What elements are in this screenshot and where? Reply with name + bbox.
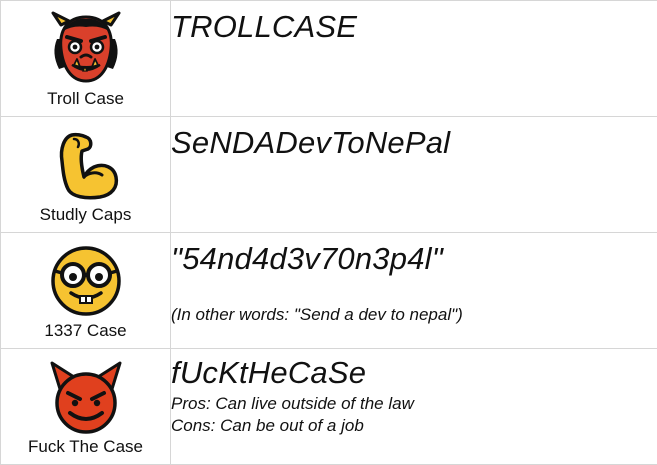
table-row-fuck-the-case: Fuck The Case fUcKtHeCaSe Pros: Can live… xyxy=(0,348,657,465)
translation-note: (In other words: "Send a dev to nepal") xyxy=(171,305,463,324)
ogre-icon xyxy=(51,11,120,83)
flexed-biceps-icon xyxy=(59,132,118,200)
row-label: 1337 Case xyxy=(44,321,127,340)
case-example-text: TROLLCASE xyxy=(171,9,358,44)
case-example-text: fUcKtHeCaSe xyxy=(171,355,367,390)
icon-cell-troll-case: Troll Case xyxy=(0,0,171,117)
nerd-face-icon xyxy=(50,246,121,316)
case-example-text: SeNDADevToNePal xyxy=(171,125,451,160)
table-row-1337-case: 1337 Case "54nd4d3v70n3p4l" (In other wo… xyxy=(0,232,657,349)
icon-cell-fuck-the-case: Fuck The Case xyxy=(0,348,171,465)
row-label: Troll Case xyxy=(47,89,124,108)
row-label: Fuck The Case xyxy=(28,437,143,456)
text-cell-troll-case: TROLLCASE xyxy=(170,0,657,117)
icon-cell-studly-caps: Studly Caps xyxy=(0,116,171,233)
text-cell-1337-case: "54nd4d3v70n3p4l" (In other words: "Send… xyxy=(170,232,657,349)
icon-cell-1337-case: 1337 Case xyxy=(0,232,171,349)
text-cell-studly-caps: SeNDADevToNePal xyxy=(170,116,657,233)
pros-note: Pros: Can live outside of the law xyxy=(171,394,414,413)
row-label: Studly Caps xyxy=(39,205,132,224)
case-styles-table: Troll Case TROLLCASE Studly Caps SeNDADe… xyxy=(0,0,657,465)
table-row-studly-caps: Studly Caps SeNDADevToNePal xyxy=(0,116,657,233)
smiling-devil-icon xyxy=(50,361,121,434)
text-cell-fuck-the-case: fUcKtHeCaSe Pros: Can live outside of th… xyxy=(170,348,657,465)
cons-note: Cons: Can be out of a job xyxy=(171,416,364,435)
case-example-text: "54nd4d3v70n3p4l" xyxy=(171,241,443,276)
table-row-troll-case: Troll Case TROLLCASE xyxy=(0,0,657,117)
